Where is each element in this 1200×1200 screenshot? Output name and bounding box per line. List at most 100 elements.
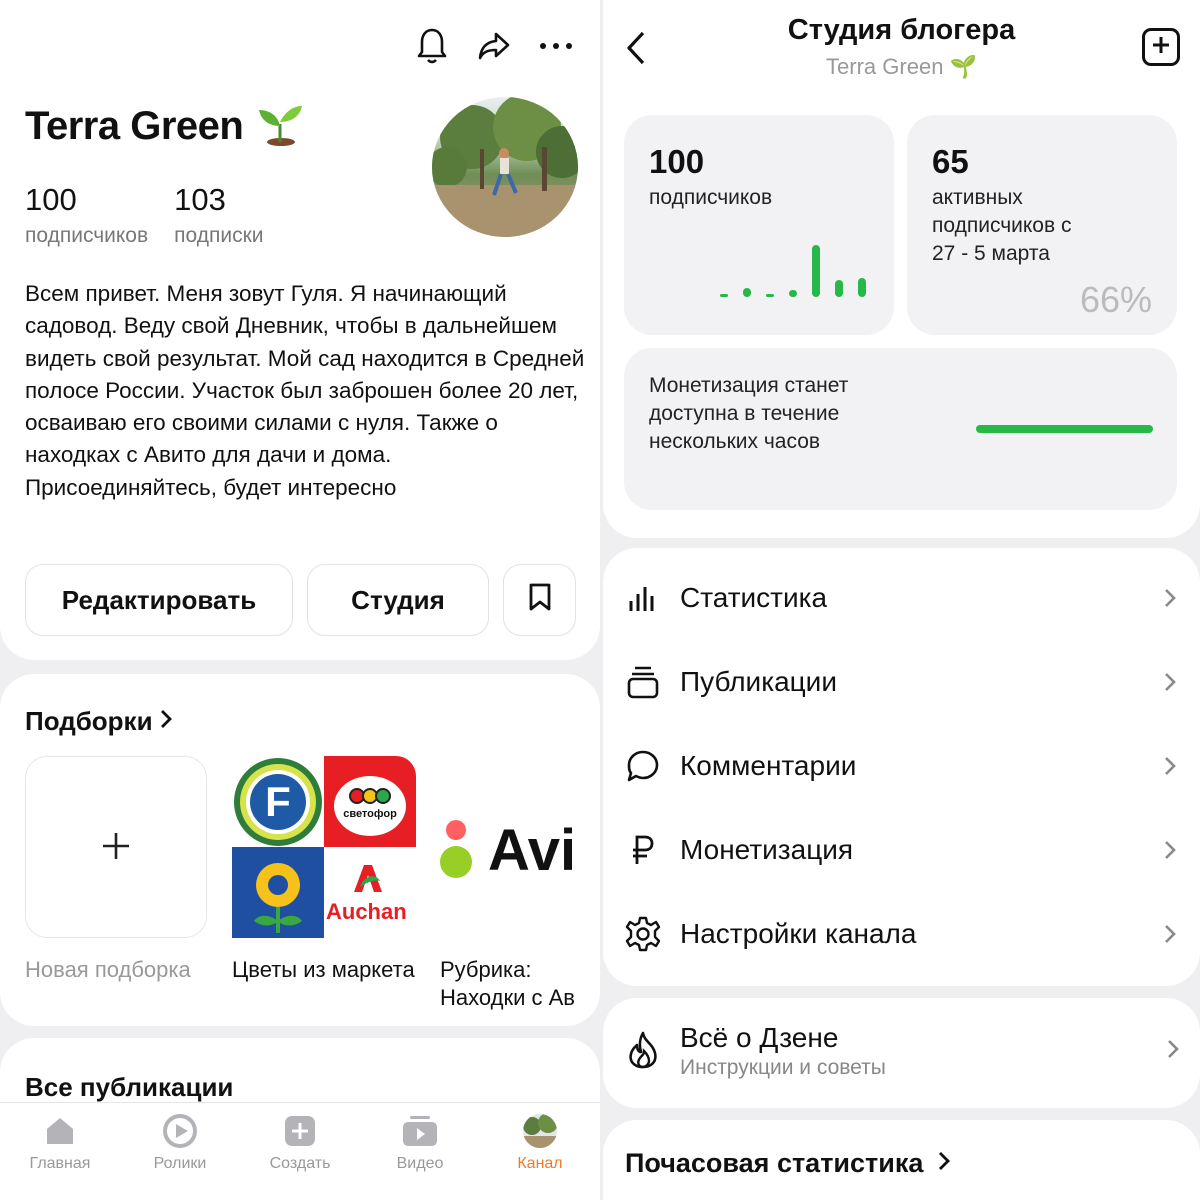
- followers-stat[interactable]: 100 подписчиков: [25, 182, 148, 248]
- publications-title: Все публикации: [25, 1072, 234, 1102]
- bell-icon[interactable]: [414, 26, 450, 66]
- chevron-right-icon: [1160, 752, 1180, 780]
- monetization-status: Монетизация станет доступна в течение не…: [649, 374, 849, 453]
- following-stat[interactable]: 103 подписки: [174, 182, 263, 248]
- followers-tile-number: 100: [649, 143, 705, 180]
- about-zen-title: Всё о Дзене: [680, 1022, 839, 1053]
- tab-video-label: Видео: [396, 1155, 444, 1172]
- collections-title: Подборки: [25, 706, 153, 736]
- menu-item-channel-settings[interactable]: Настройки канала: [603, 892, 1200, 976]
- edit-profile-button[interactable]: Редактировать: [25, 564, 293, 636]
- mini-chart-bar: [743, 288, 751, 297]
- chevron-right-icon: [1160, 584, 1180, 612]
- add-publication-button[interactable]: [1142, 28, 1180, 66]
- stats-icon: [623, 578, 663, 618]
- menu-item-label: Статистика: [680, 582, 828, 613]
- about-zen-subtitle: Инструкции и советы: [680, 1056, 886, 1079]
- publications-icon: [623, 662, 663, 702]
- followers-tile[interactable]: 100 подписчиков: [624, 115, 894, 335]
- mini-chart-bar: [812, 245, 820, 297]
- fix-price-logo: F: [232, 756, 324, 847]
- profile-toolbar: [414, 26, 574, 66]
- profile-name: Terra Green: [25, 104, 244, 148]
- about-zen-card[interactable]: Всё о Дзене Инструкции и советы: [603, 998, 1200, 1108]
- tab-clips-label: Ролики: [153, 1155, 207, 1172]
- collections-header[interactable]: Подборки: [25, 706, 173, 737]
- chevron-right-icon: [1160, 920, 1180, 948]
- bookmarks-button[interactable]: [503, 564, 576, 636]
- profile-avatar[interactable]: [432, 97, 578, 237]
- followers-label: подписчиков: [25, 224, 149, 247]
- monetization-progress-bar: [976, 425, 1153, 433]
- hourly-stats-title: Почасовая статистика: [625, 1148, 924, 1178]
- plus-icon: [1151, 35, 1171, 60]
- svetofor-text: светофор: [343, 808, 397, 820]
- collection-cover-markets[interactable]: F светофор Auchan: [232, 756, 416, 938]
- studio-button[interactable]: Студия: [307, 564, 489, 636]
- avito-text: Avi: [488, 818, 576, 883]
- profile-name-row: Terra Green: [25, 100, 305, 153]
- new-collection-label: Новая подборка: [25, 957, 191, 982]
- menu-item-label: Монетизация: [680, 834, 854, 865]
- bookmark-icon: [528, 582, 552, 619]
- tab-clips[interactable]: Ролики: [120, 1103, 240, 1200]
- video-icon: [402, 1113, 438, 1149]
- menu-item-monetization[interactable]: Монетизация: [603, 808, 1200, 892]
- active-followers-tile[interactable]: 65 активных подписчиков с 27 - 5 марта 6…: [907, 115, 1177, 335]
- tab-home[interactable]: Главная: [0, 1103, 120, 1200]
- profile-pane: Terra Green 100 подписчиков 103 подписки…: [0, 0, 600, 1200]
- tab-channel-label: Канал: [517, 1155, 563, 1172]
- active-followers-percent: 66%: [1079, 279, 1152, 320]
- studio-pane: Студия блогера Terra Green 🌱 100 подписч…: [603, 0, 1200, 1200]
- followers-count: 100: [25, 182, 77, 217]
- tab-home-label: Главная: [29, 1155, 91, 1172]
- new-collection-button[interactable]: [25, 756, 207, 938]
- studio-title: Студия блогера: [787, 14, 1016, 46]
- clips-icon: [162, 1113, 198, 1149]
- studio-header-card: Студия блогера Terra Green 🌱 100 подписч…: [603, 0, 1200, 538]
- mini-chart-bar: [766, 294, 774, 297]
- auchan-logo: Auchan: [324, 847, 416, 938]
- mini-chart-bar: [720, 294, 728, 297]
- menu-item-publications[interactable]: Публикации: [603, 640, 1200, 724]
- channel-avatar: [522, 1113, 558, 1149]
- followers-tile-label: подписчиков: [649, 186, 773, 209]
- profile-stats: 100 подписчиков 103 подписки: [25, 182, 264, 248]
- monetization-tile[interactable]: Монетизация станет доступна в течение не…: [624, 348, 1177, 510]
- tab-create-label: Создать: [269, 1155, 331, 1172]
- share-icon[interactable]: [476, 26, 512, 66]
- profile-card: Terra Green 100 подписчиков 103 подписки…: [0, 0, 600, 660]
- bottom-tabbar: Главная Ролики Создать Видео Канал: [0, 1102, 600, 1200]
- hourly-stats-card[interactable]: Почасовая статистика: [603, 1120, 1200, 1200]
- more-icon[interactable]: [538, 26, 574, 66]
- collection-label-flowers: Цветы из маркета: [232, 957, 415, 982]
- chevron-right-icon: [1160, 836, 1180, 864]
- tab-channel[interactable]: Канал: [480, 1103, 600, 1200]
- active-followers-label: активных подписчиков с 27 - 5 марта: [932, 186, 1072, 265]
- home-icon: [42, 1113, 78, 1149]
- chevron-right-icon: [1166, 1038, 1180, 1065]
- settings-icon: [623, 914, 663, 954]
- mini-chart-bar: [789, 290, 797, 297]
- mini-chart-bar: [858, 278, 866, 297]
- collection-label-avito: Рубрика: Находки с Ав: [440, 957, 575, 1010]
- collections-card: Подборки Новая подборка F светофор Aucha…: [0, 674, 600, 1026]
- chevron-right-icon: [937, 1148, 951, 1179]
- hourly-stats-header: Почасовая статистика: [625, 1148, 951, 1179]
- menu-item-label: Публикации: [680, 666, 837, 697]
- tab-create[interactable]: Создать: [240, 1103, 360, 1200]
- ruble-icon: [623, 830, 663, 870]
- followers-mini-chart: [720, 245, 866, 297]
- fix-price-letter: F: [265, 778, 291, 825]
- studio-menu: Статистика Публикации Комментарии Монети…: [603, 548, 1200, 986]
- svetofor-logo: светофор: [324, 756, 416, 847]
- studio-subtitle: Terra Green 🌱: [826, 54, 977, 79]
- plus-icon: [101, 822, 131, 872]
- menu-item-label: Комментарии: [680, 750, 857, 781]
- menu-item-comments[interactable]: Комментарии: [603, 724, 1200, 808]
- tab-video[interactable]: Видео: [360, 1103, 480, 1200]
- chevron-right-icon: [159, 706, 173, 737]
- flame-icon: [623, 1030, 663, 1070]
- collection-cover-avito[interactable]: Avi: [440, 814, 600, 884]
- menu-item-statistics[interactable]: Статистика: [603, 556, 1200, 640]
